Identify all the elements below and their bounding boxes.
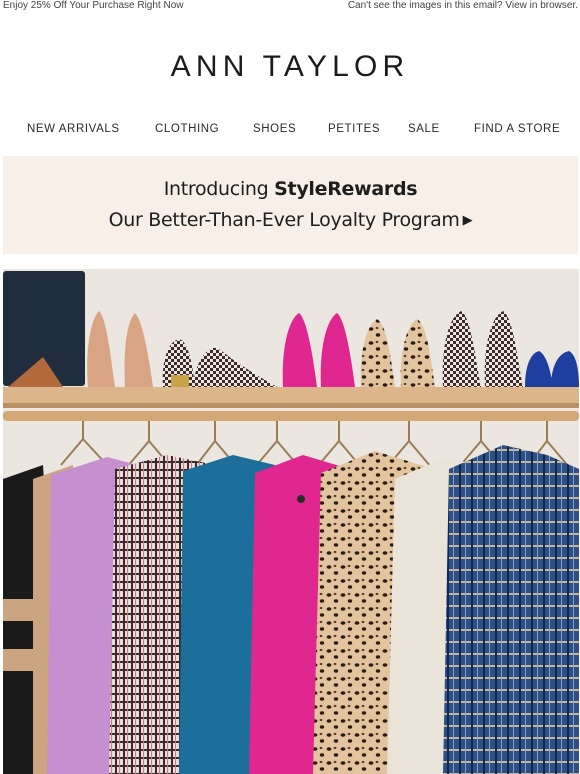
hanging-rail <box>3 411 579 421</box>
play-arrow-icon: ▶ <box>462 213 473 228</box>
nav-shoes[interactable]: SHOES <box>253 123 296 135</box>
nav-sale[interactable]: SALE <box>408 123 440 135</box>
stylerewards-banner[interactable]: Introducing StyleRewards Our Better-Than… <box>3 156 578 254</box>
nav-find-a-store[interactable]: FIND A STORE <box>474 123 560 135</box>
coats-row <box>3 445 579 774</box>
nav-petites[interactable]: PETITES <box>328 123 380 135</box>
brand-logo[interactable]: ANN TAYLOR <box>0 50 580 84</box>
main-nav: NEW ARRIVALS CLOTHING SHOES PETITES SALE… <box>0 123 580 139</box>
hero-closet-image[interactable] <box>3 269 579 774</box>
nav-new-arrivals[interactable]: NEW ARRIVALS <box>27 123 120 135</box>
closet-illustration <box>3 269 579 774</box>
wood-shelf <box>3 387 579 403</box>
preheader-offer-text[interactable]: Enjoy 25% Off Your Purchase Right Now <box>3 0 183 11</box>
blue-tweed-jacket <box>443 445 579 774</box>
view-in-browser-link[interactable]: Can't see the images in this email? View… <box>348 0 578 11</box>
promo-tagline-row: Our Better-Than-Ever Loyalty Program ▶ <box>3 209 578 231</box>
promo-tagline: Our Better-Than-Ever Loyalty Program <box>108 209 460 231</box>
preheader: Enjoy 25% Off Your Purchase Right Now Ca… <box>0 0 580 14</box>
promo-program-name: StyleRewards <box>274 178 418 200</box>
promo-headline: Introducing StyleRewards <box>3 178 578 200</box>
promo-intro: Introducing <box>163 178 275 200</box>
nav-clothing[interactable]: CLOTHING <box>155 123 219 135</box>
